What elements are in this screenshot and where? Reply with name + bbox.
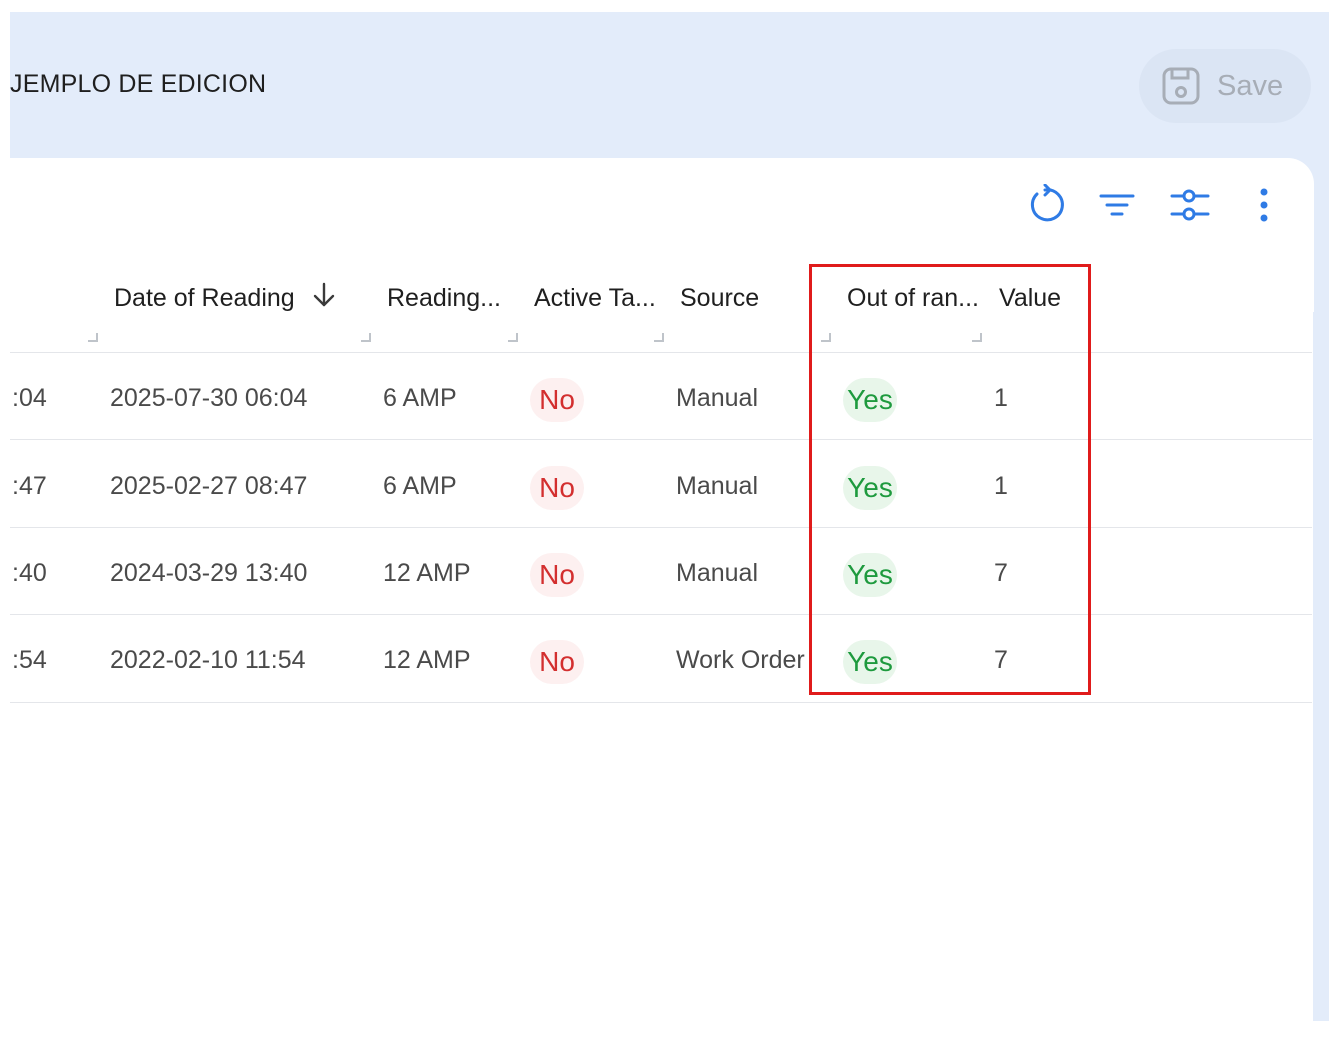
status-badge-no: No bbox=[530, 466, 584, 510]
cell-reading: 6 AMP bbox=[383, 472, 457, 500]
column-header-source[interactable]: Source bbox=[680, 284, 759, 313]
row-divider bbox=[10, 439, 1312, 440]
column-resize-handle[interactable] bbox=[361, 333, 371, 342]
scroll-gutter bbox=[1313, 312, 1329, 1021]
status-badge-yes: Yes bbox=[843, 640, 897, 684]
column-header-value[interactable]: Value bbox=[999, 284, 1061, 313]
filter-icon bbox=[1099, 194, 1135, 216]
tune-button[interactable] bbox=[1167, 182, 1213, 228]
cell-date: 2025-02-27 08:47 bbox=[110, 472, 308, 500]
save-label: Save bbox=[1217, 69, 1284, 102]
column-header-date-of-reading[interactable]: Date of Reading bbox=[114, 284, 295, 313]
column-resize-handle[interactable] bbox=[821, 333, 831, 342]
refresh-icon bbox=[1030, 184, 1064, 222]
status-badge-no: No bbox=[530, 378, 584, 422]
save-button[interactable]: Save bbox=[1139, 49, 1311, 123]
column-header-reading[interactable]: Reading... bbox=[387, 284, 501, 313]
status-badge-no: No bbox=[530, 553, 584, 597]
cell-time-tail: :47 bbox=[12, 472, 47, 500]
row-divider bbox=[10, 614, 1312, 615]
cell-source: Work Order bbox=[676, 646, 805, 674]
cell-source: Manual bbox=[676, 559, 758, 587]
row-divider bbox=[10, 527, 1312, 528]
column-header-active-tag[interactable]: Active Ta... bbox=[534, 284, 656, 313]
more-options-button[interactable] bbox=[1241, 182, 1287, 228]
row-divider bbox=[10, 702, 1312, 703]
status-badge-yes: Yes bbox=[843, 466, 897, 510]
refresh-button[interactable] bbox=[1022, 182, 1068, 228]
cell-reading: 12 AMP bbox=[383, 646, 471, 674]
page-title: JEMPLO DE EDICION bbox=[10, 70, 267, 98]
cell-time-tail: :04 bbox=[12, 384, 47, 412]
save-icon bbox=[1162, 67, 1200, 105]
cell-date: 2024-03-29 13:40 bbox=[110, 559, 308, 587]
status-badge-yes: Yes bbox=[843, 553, 897, 597]
column-resize-handle[interactable] bbox=[508, 333, 518, 342]
cell-date: 2022-02-10 11:54 bbox=[110, 646, 306, 674]
status-badge-no: No bbox=[530, 640, 584, 684]
column-header-out-of-range[interactable]: Out of ran... bbox=[847, 284, 979, 313]
cell-value: 1 bbox=[994, 472, 1008, 500]
cell-time-tail: :54 bbox=[12, 646, 47, 674]
cell-value: 7 bbox=[994, 559, 1008, 587]
tune-icon bbox=[1170, 189, 1210, 221]
cell-reading: 12 AMP bbox=[383, 559, 471, 587]
cell-value: 1 bbox=[994, 384, 1008, 412]
cell-source: Manual bbox=[676, 472, 758, 500]
column-resize-handle[interactable] bbox=[972, 333, 982, 342]
cell-reading: 6 AMP bbox=[383, 384, 457, 412]
header-divider bbox=[10, 352, 1312, 353]
cell-value: 7 bbox=[994, 646, 1008, 674]
status-badge-yes: Yes bbox=[843, 378, 897, 422]
cell-date: 2025-07-30 06:04 bbox=[110, 384, 308, 412]
column-resize-handle[interactable] bbox=[654, 333, 664, 342]
more-vert-icon bbox=[1260, 188, 1268, 222]
cell-time-tail: :40 bbox=[12, 559, 47, 587]
column-resize-handle[interactable] bbox=[88, 333, 98, 342]
sort-descending-icon[interactable] bbox=[311, 281, 337, 314]
cell-source: Manual bbox=[676, 384, 758, 412]
filter-button[interactable] bbox=[1094, 182, 1140, 228]
